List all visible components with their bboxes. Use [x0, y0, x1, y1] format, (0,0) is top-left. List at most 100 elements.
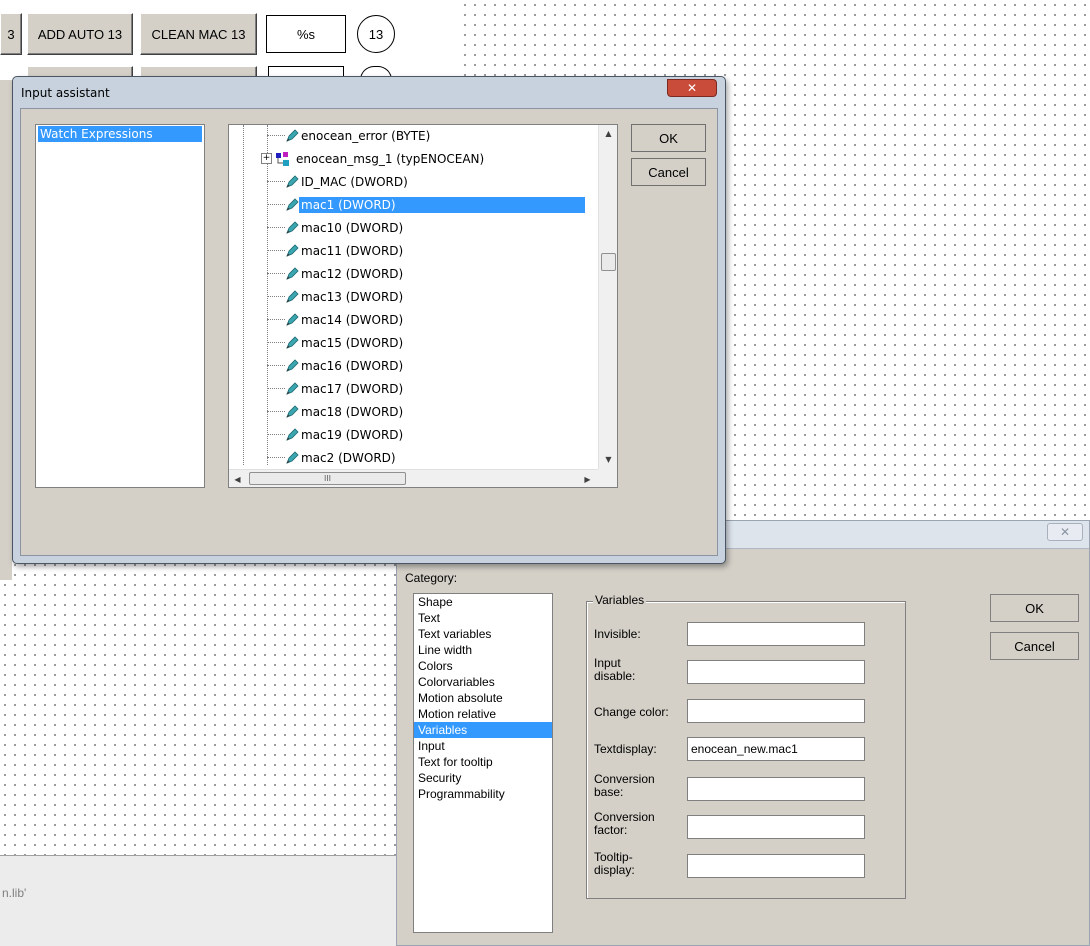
- category-list[interactable]: Shape Text Text variables Line width Col…: [413, 593, 553, 933]
- variable-pencil-icon: [286, 427, 299, 441]
- tree-item[interactable]: mac16 (DWORD): [267, 354, 405, 377]
- assistant-cancel-button[interactable]: Cancel: [631, 158, 706, 186]
- tree-connector: [267, 296, 285, 297]
- tree-item-struct[interactable]: + enocean_msg_1 (typENOCEAN): [261, 147, 486, 170]
- tree-connector: [267, 411, 285, 412]
- config-close-button[interactable]: ✕: [1047, 523, 1083, 541]
- tree-item-selected[interactable]: mac1 (DWORD): [267, 193, 585, 216]
- assistant-ok-label: OK: [659, 130, 678, 146]
- watch-expressions-item[interactable]: Watch Expressions: [38, 126, 202, 142]
- tree-item[interactable]: mac14 (DWORD): [267, 308, 405, 331]
- invisible-field[interactable]: [687, 622, 865, 646]
- close-icon: ✕: [686, 81, 698, 95]
- assistant-close-button[interactable]: ✕: [667, 79, 717, 97]
- tree-item[interactable]: enocean_error (BYTE): [267, 125, 432, 147]
- hscroll-thumb[interactable]: III: [249, 472, 406, 485]
- variable-tree[interactable]: enocean_error (BYTE) + enocean_msg_1 (ty…: [228, 124, 618, 488]
- conversion-base-field[interactable]: [687, 777, 865, 801]
- tree-connector: [267, 181, 285, 182]
- conversion-factor-label: Conversion factor:: [594, 810, 655, 837]
- tree-item[interactable]: mac11 (DWORD): [267, 239, 405, 262]
- format-display-box: %s: [266, 15, 346, 53]
- tree-connector: [267, 342, 285, 343]
- tree-item[interactable]: mac10 (DWORD): [267, 216, 405, 239]
- category-item[interactable]: Motion relative: [414, 706, 552, 722]
- scroll-thumb[interactable]: [601, 253, 616, 271]
- partial-visual-button[interactable]: 3: [0, 13, 22, 55]
- change-color-label: Change color:: [594, 705, 669, 719]
- tree-connector: [267, 457, 285, 458]
- conversion-base-label: Conversion base:: [594, 772, 655, 799]
- tree-items: enocean_error (BYTE) + enocean_msg_1 (ty…: [229, 125, 599, 471]
- config-ok-button[interactable]: OK: [990, 594, 1079, 622]
- tree-item-label: mac18 (DWORD): [301, 404, 404, 419]
- assistant-ok-button[interactable]: OK: [631, 124, 706, 152]
- category-item[interactable]: Text variables: [414, 626, 552, 642]
- tree-item[interactable]: mac17 (DWORD): [267, 377, 405, 400]
- category-item[interactable]: Text for tooltip: [414, 754, 552, 770]
- expand-plus-icon[interactable]: +: [261, 153, 272, 164]
- tree-connector: [267, 273, 285, 274]
- tooltip-display-field[interactable]: [687, 854, 865, 878]
- category-item[interactable]: Text: [414, 610, 552, 626]
- category-item[interactable]: Colors: [414, 658, 552, 674]
- variable-pencil-icon: [286, 312, 299, 326]
- scroll-up-arrow-icon[interactable]: ▲: [599, 125, 617, 142]
- assistant-category-list[interactable]: Watch Expressions: [35, 124, 205, 488]
- category-caption: Category:: [405, 571, 458, 585]
- assistant-cancel-label: Cancel: [648, 164, 689, 180]
- category-item[interactable]: Security: [414, 770, 552, 786]
- change-color-field[interactable]: [687, 699, 865, 723]
- textdisplay-field[interactable]: enocean_new.mac1: [687, 737, 865, 761]
- tree-connector: [267, 227, 285, 228]
- left-side-panel: [0, 80, 12, 580]
- tree-connector: [267, 434, 285, 435]
- status-text: n.lib': [2, 886, 27, 900]
- tree-item[interactable]: ID_MAC (DWORD): [267, 170, 410, 193]
- tree-item-label: mac13 (DWORD): [301, 289, 404, 304]
- input-assistant-titlebar: [13, 77, 725, 107]
- input-disable-field[interactable]: [687, 660, 865, 684]
- add-auto-13-button[interactable]: ADD AUTO 13: [27, 13, 133, 55]
- category-item[interactable]: Line width: [414, 642, 552, 658]
- variable-pencil-icon: [286, 174, 299, 188]
- tree-item-label: mac1 (DWORD): [299, 196, 585, 213]
- tree-item-label: mac19 (DWORD): [301, 427, 404, 442]
- clean-mac-13-button[interactable]: CLEAN MAC 13: [140, 13, 257, 55]
- expand-symbol: +: [262, 153, 271, 163]
- tree-connector: [267, 250, 285, 251]
- tree-item[interactable]: mac2 (DWORD): [267, 446, 398, 469]
- tree-item[interactable]: mac12 (DWORD): [267, 262, 405, 285]
- variable-pencil-icon: [286, 243, 299, 257]
- category-item[interactable]: Shape: [414, 594, 552, 610]
- tree-connector: [267, 204, 285, 205]
- tooltip-display-label: Tooltip- display:: [594, 850, 635, 877]
- scroll-right-arrow-icon[interactable]: ▶: [579, 470, 596, 487]
- scrollbar-corner: [598, 469, 617, 487]
- variable-pencil-icon: [286, 266, 299, 280]
- tree-item-label: mac15 (DWORD): [301, 335, 404, 350]
- variable-pencil-icon: [286, 289, 299, 303]
- category-item[interactable]: Motion absolute: [414, 690, 552, 706]
- category-item[interactable]: Input: [414, 738, 552, 754]
- tree-item[interactable]: mac18 (DWORD): [267, 400, 405, 423]
- tree-item[interactable]: mac13 (DWORD): [267, 285, 405, 308]
- config-cancel-button[interactable]: Cancel: [990, 632, 1079, 660]
- tree-vertical-scrollbar[interactable]: ▲ ▼: [598, 125, 617, 469]
- category-item-selected[interactable]: Variables: [414, 722, 552, 738]
- tree-horizontal-scrollbar[interactable]: ◀ III ▶: [229, 469, 598, 487]
- tree-connector: [267, 135, 285, 136]
- tree-item[interactable]: mac15 (DWORD): [267, 331, 405, 354]
- scroll-down-arrow-icon[interactable]: ▼: [599, 451, 617, 468]
- tree-item-label: mac14 (DWORD): [301, 312, 404, 327]
- tree-item-label: mac16 (DWORD): [301, 358, 404, 373]
- category-item[interactable]: Colorvariables: [414, 674, 552, 690]
- tree-item-label: enocean_error (BYTE): [301, 128, 431, 143]
- textdisplay-label: Textdisplay:: [594, 742, 657, 756]
- category-item[interactable]: Programmability: [414, 786, 552, 802]
- tree-item[interactable]: mac19 (DWORD): [267, 423, 405, 446]
- conversion-factor-field[interactable]: [687, 815, 865, 839]
- struct-type-icon: [276, 151, 289, 166]
- scroll-left-arrow-icon[interactable]: ◀: [229, 470, 246, 487]
- variable-pencil-icon: [286, 335, 299, 349]
